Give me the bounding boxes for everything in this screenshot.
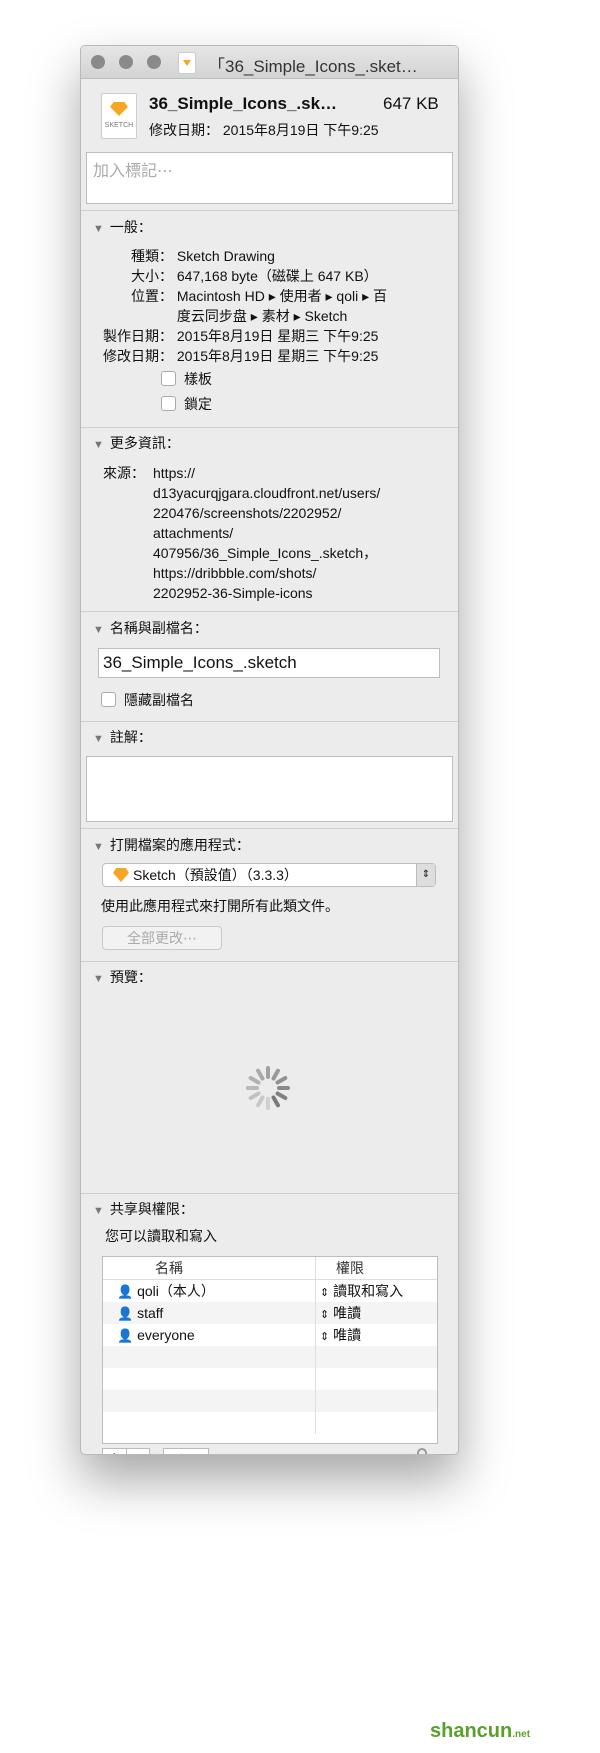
gear-icon: ⚙ bbox=[175, 1451, 188, 1454]
sketch-document-icon: SKETCH bbox=[101, 93, 137, 139]
section-sharing[interactable]: ▼ 共享與權限： bbox=[93, 1199, 194, 1219]
close-button[interactable] bbox=[91, 55, 105, 69]
zoom-button[interactable] bbox=[147, 55, 161, 69]
permission-row[interactable]: 👤 staff ⇕ 唯讀 bbox=[103, 1302, 437, 1324]
permission-row[interactable]: 👤 everyone ⇕ 唯讀 bbox=[103, 1324, 437, 1346]
window-title: 「36_Simple_Icons_.sket… bbox=[208, 57, 418, 76]
spinner-spoke bbox=[271, 1095, 280, 1108]
general-row: 度云同步盘 ▸ 素材 ▸ Sketch bbox=[176, 308, 348, 324]
action-menu-button[interactable]: ⚙▼ bbox=[163, 1448, 209, 1454]
spinner-spoke bbox=[275, 1091, 288, 1100]
spinner-spoke bbox=[248, 1091, 261, 1100]
source-line: https://dribbble.com/shots/ bbox=[153, 565, 317, 581]
source-line: 2202952-36-Simple-icons bbox=[153, 585, 313, 601]
spinner-spoke bbox=[256, 1068, 265, 1081]
source-line: 407956/36_Simple_Icons_.sketch， bbox=[153, 545, 378, 561]
user-icon: 👤 bbox=[117, 1284, 134, 1299]
column-privilege[interactable]: 權限 bbox=[315, 1257, 437, 1280]
hide-extension-checkbox[interactable] bbox=[101, 692, 116, 707]
watermark-logo: shancun.net bbox=[430, 1720, 531, 1742]
source-line: d13yacurqjgara.cloudfront.net/users/ bbox=[153, 485, 381, 501]
file-size: 647 KB bbox=[383, 94, 439, 113]
add-remove-buttons: +− bbox=[102, 1448, 150, 1455]
permission-status: 您可以讀取和寫入 bbox=[105, 1228, 217, 1244]
locked-label: 鎖定 bbox=[184, 396, 212, 412]
source-line: 220476/screenshots/2202952/ bbox=[153, 505, 342, 521]
section-open-with[interactable]: ▼ 打開檔案的應用程式： bbox=[93, 835, 250, 855]
permission-row[interactable]: 👤 qoli（本人） ⇕ 讀取和寫入 bbox=[103, 1279, 437, 1302]
source-urls: https:// d13yacurqjgara.cloudfront.net/us… bbox=[153, 463, 380, 603]
app-select[interactable]: Sketch（預設值）（3.3.3） ⇕ bbox=[102, 863, 436, 887]
disclosure-triangle-icon: ▼ bbox=[93, 223, 104, 235]
tags-input[interactable]: 加入標記⋯ bbox=[86, 152, 453, 204]
stationery-label: 樣板 bbox=[184, 371, 212, 387]
user-icon: 👤 bbox=[117, 1327, 134, 1343]
select-stepper-icon: ⇕ bbox=[416, 864, 435, 886]
loading-spinner-icon bbox=[246, 1066, 290, 1110]
sketch-file-icon bbox=[178, 52, 196, 74]
sketch-app-icon bbox=[113, 868, 129, 882]
permission-row bbox=[103, 1390, 437, 1412]
add-button[interactable]: + bbox=[103, 1449, 127, 1454]
general-row: 修改日期： 2015年8月19日 星期三 下午9:25 bbox=[103, 348, 379, 364]
section-more-info[interactable]: ▼ 更多資訊： bbox=[93, 433, 180, 453]
filename-input[interactable]: 36_Simple_Icons_.sketch bbox=[98, 648, 440, 678]
title-bar: 「36_Simple_Icons_.sket… bbox=[81, 46, 458, 79]
permission-row bbox=[103, 1368, 437, 1390]
section-comments[interactable]: ▼ 註解： bbox=[93, 727, 152, 747]
general-row: 種類： Sketch Drawing bbox=[131, 248, 275, 264]
column-name[interactable]: 名稱 bbox=[103, 1257, 316, 1280]
modified-date: 修改日期： 2015年8月19日 下午9:25 bbox=[149, 122, 379, 138]
source-line: https:// bbox=[153, 465, 196, 481]
remove-button[interactable]: − bbox=[127, 1449, 150, 1455]
user-icon: 👤 bbox=[117, 1305, 134, 1321]
open-with-note: 使用此應用程式來打開所有此類文件。 bbox=[101, 898, 339, 914]
file-name: 36_Simple_Icons_.sk… bbox=[149, 94, 338, 113]
general-row: 大小： 647,168 byte（磁碟上 647 KB） bbox=[131, 268, 378, 284]
spinner-spoke bbox=[248, 1076, 261, 1085]
comments-input[interactable] bbox=[86, 756, 453, 822]
stepper-icon[interactable]: ⇕ bbox=[320, 1309, 329, 1321]
stepper-icon[interactable]: ⇕ bbox=[320, 1331, 329, 1343]
stationery-checkbox[interactable] bbox=[161, 371, 176, 386]
hide-extension-label: 隱藏副檔名 bbox=[124, 692, 194, 708]
permission-row bbox=[103, 1346, 437, 1368]
locked-checkbox[interactable] bbox=[161, 396, 176, 411]
general-details: 種類： Sketch Drawing 大小： 647,168 byte（磁碟上 6… bbox=[81, 246, 387, 366]
permissions-table: 名稱 權限 👤 qoli（本人） ⇕ 讀取和寫入 👤 staff ⇕ 唯讀 👤 every… bbox=[102, 1256, 438, 1444]
minimize-button[interactable] bbox=[119, 55, 133, 69]
section-preview[interactable]: ▼ 預覽： bbox=[93, 967, 152, 987]
spinner-spoke bbox=[256, 1095, 265, 1108]
spinner-spoke bbox=[275, 1076, 288, 1085]
spinner-spoke bbox=[271, 1068, 280, 1081]
general-row: 位置： Macintosh HD ▸ 使用者 ▸ qoli ▸ 百 bbox=[131, 288, 388, 304]
source-line: attachments/ bbox=[153, 525, 234, 541]
section-general[interactable]: ▼ 一般： bbox=[93, 217, 152, 237]
source-label: 來源： bbox=[103, 465, 145, 481]
general-row: 製作日期： 2015年8月19日 星期三 下午9:25 bbox=[103, 328, 379, 344]
info-window: 「36_Simple_Icons_.sket… SKETCH 36_Simple… bbox=[80, 45, 459, 1455]
section-name-extension[interactable]: ▼ 名稱與副檔名： bbox=[93, 618, 208, 638]
permission-row bbox=[103, 1412, 437, 1434]
stepper-icon[interactable]: ⇕ bbox=[320, 1287, 329, 1299]
change-all-button[interactable]: 全部更改⋯ bbox=[102, 926, 222, 950]
